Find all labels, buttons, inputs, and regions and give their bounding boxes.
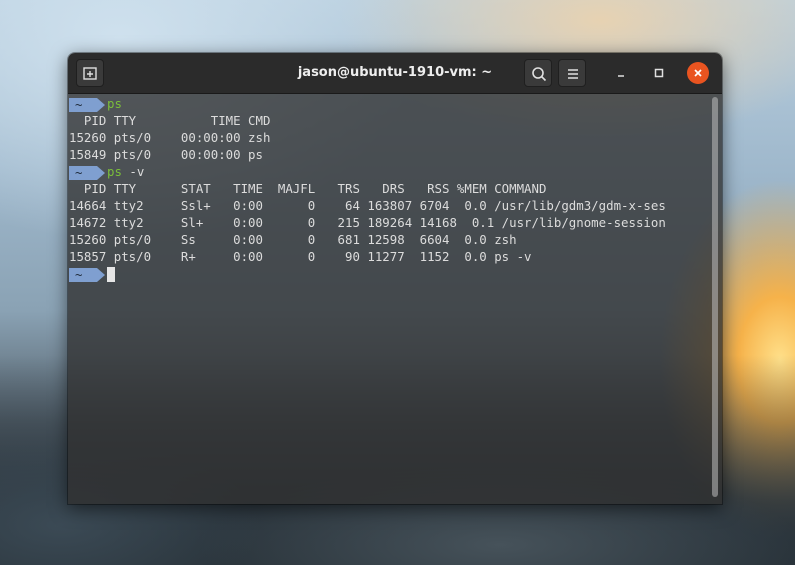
- command-text: ps: [107, 164, 122, 179]
- command-text: ps: [107, 96, 122, 111]
- maximize-button[interactable]: [648, 62, 670, 84]
- output-row: 15857 pts/0 R+ 0:00 0 90 11277 1152 0.0 …: [69, 249, 532, 264]
- menu-button[interactable]: [558, 59, 586, 87]
- maximize-icon: [654, 68, 664, 78]
- hamburger-menu-icon: [568, 69, 578, 79]
- prompt-badge: ~: [69, 165, 105, 180]
- command-args: -v: [121, 164, 145, 179]
- output-row: 15849 pts/0 00:00:00 ps: [69, 147, 263, 162]
- close-icon: [694, 69, 702, 77]
- scrollbar[interactable]: [712, 97, 718, 497]
- search-icon: [532, 67, 547, 82]
- minimize-button[interactable]: [610, 62, 632, 84]
- close-button[interactable]: [687, 62, 709, 84]
- output-row: 15260 pts/0 Ss 0:00 0 681 12598 6604 0.0…: [69, 232, 517, 247]
- prompt-line: ~ ps -v: [69, 163, 666, 180]
- output-row: 15260 pts/0 00:00:00 zsh: [69, 130, 271, 145]
- terminal-output[interactable]: ~ ps PID TTY TIME CMD 15260 pts/0 00:00:0…: [68, 94, 722, 504]
- terminal-window: jason@ubuntu-1910-vm: ~ ~ ps PID TTY TIM…: [68, 53, 722, 504]
- prompt-badge: ~: [69, 97, 105, 112]
- output-row: 14664 tty2 Ssl+ 0:00 0 64 163807 6704 0.…: [69, 198, 666, 213]
- output-header: PID TTY STAT TIME MAJFL TRS DRS RSS %MEM…: [69, 181, 547, 196]
- prompt-line: ~: [69, 265, 666, 282]
- output-row: 14672 tty2 Sl+ 0:00 0 215 189264 14168 0…: [69, 215, 666, 230]
- minimize-icon: [618, 75, 624, 77]
- text-cursor: [107, 267, 115, 282]
- title-bar[interactable]: jason@ubuntu-1910-vm: ~: [68, 53, 722, 94]
- output-header: PID TTY TIME CMD: [69, 113, 271, 128]
- prompt-badge: ~: [69, 267, 105, 282]
- search-button[interactable]: [524, 59, 552, 87]
- prompt-line: ~ ps: [69, 95, 666, 112]
